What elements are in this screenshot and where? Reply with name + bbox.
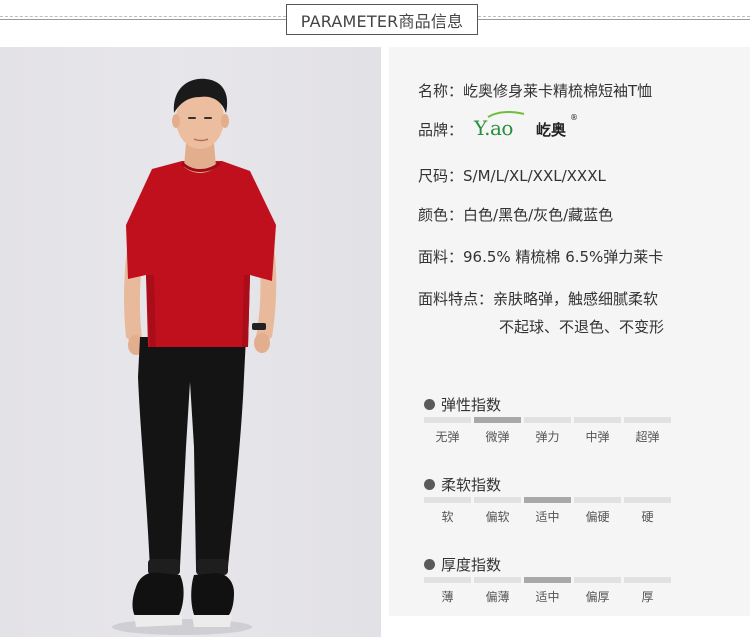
thickness-bar-1 <box>424 577 471 583</box>
bullet-dot-icon <box>424 479 435 490</box>
model-illustration <box>112 78 277 635</box>
softness-scale: 软 偏软 适中 偏硬 硬 <box>424 497 672 525</box>
elasticity-level-4: 中弹 <box>585 430 610 444</box>
brand-registered-mark: ® <box>570 113 578 122</box>
header-dash-right <box>478 16 750 22</box>
spec-brand-label: 品牌： <box>418 121 464 139</box>
softness-bar-1 <box>424 497 471 503</box>
spec-features-cont: 不起球、不退色、不变形 <box>499 316 664 337</box>
spec-features: 面料特点：亲肤略弹，触感细腻柔软 <box>418 288 658 309</box>
spec-features-line1: 亲肤略弹，触感细腻柔软 <box>493 290 659 308</box>
spec-color: 颜色：白色/黑色/灰色/藏蓝色 <box>418 204 613 225</box>
section-title-box: PARAMETER商品信息 <box>286 4 478 35</box>
spec-size-value: S/M/L/XL/XXL/XXXL <box>463 167 606 185</box>
thickness-scale: 薄 偏薄 适中 偏厚 厚 <box>424 577 672 605</box>
spec-name-label: 名称： <box>418 82 464 100</box>
softness-level-2: 偏软 <box>485 510 510 524</box>
elasticity-index-title: 弹性指数 <box>424 394 501 415</box>
softness-level-4: 偏硬 <box>585 510 610 524</box>
product-photo <box>0 47 381 637</box>
elasticity-level-1: 无弹 <box>435 430 460 444</box>
elasticity-level-3: 弹力 <box>535 430 560 444</box>
spec-fabric-label: 面料： <box>418 248 464 266</box>
elasticity-bar-1 <box>424 417 471 423</box>
softness-index-label: 柔软指数 <box>441 476 502 494</box>
thickness-level-5: 厚 <box>641 590 654 604</box>
elasticity-index-label: 弹性指数 <box>441 396 502 414</box>
softness-bar-5 <box>624 497 671 503</box>
spec-brand: 品牌： <box>418 119 463 140</box>
spec-features-label: 面料特点： <box>418 290 494 308</box>
bullet-dot-icon <box>424 399 435 410</box>
softness-level-1: 软 <box>441 510 454 524</box>
thickness-bar-4 <box>574 577 621 583</box>
elasticity-bar-5 <box>624 417 671 423</box>
elasticity-scale: 无弹 微弹 弹力 中弹 超弹 <box>424 417 672 445</box>
elasticity-bar-4 <box>574 417 621 423</box>
thickness-bar-5 <box>624 577 671 583</box>
spec-color-value: 白色/黑色/灰色/藏蓝色 <box>463 206 614 224</box>
section-title: PARAMETER商品信息 <box>300 11 464 31</box>
spec-name: 名称：屹奥修身莱卡精梳棉短袖T恤 <box>418 80 652 101</box>
spec-size: 尺码：S/M/L/XL/XXL/XXXL <box>418 165 606 186</box>
spec-fabric: 面料：96.5% 精梳棉 6.5%弹力莱卡 <box>418 246 663 267</box>
header-dash-left <box>0 16 286 22</box>
brand-logo-chinese: 屹奥 <box>536 121 567 139</box>
spec-name-value: 屹奥修身莱卡精梳棉短袖T恤 <box>463 82 653 100</box>
spec-features-line2: 不起球、不退色、不变形 <box>499 318 665 336</box>
softness-index-title: 柔软指数 <box>424 474 501 495</box>
spec-color-label: 颜色： <box>418 206 464 224</box>
thickness-bar-3 <box>524 577 571 583</box>
softness-bar-2 <box>474 497 521 503</box>
thickness-bar-2 <box>474 577 521 583</box>
elasticity-bar-2 <box>474 417 521 423</box>
bullet-dot-icon <box>424 559 435 570</box>
thickness-index-title: 厚度指数 <box>424 554 501 575</box>
softness-bar-3 <box>524 497 571 503</box>
elasticity-bar-3 <box>524 417 571 423</box>
spec-fabric-value: 96.5% 精梳棉 6.5%弹力莱卡 <box>463 248 664 266</box>
elasticity-level-5: 超弹 <box>635 430 660 444</box>
softness-level-5: 硬 <box>641 510 654 524</box>
thickness-level-4: 偏厚 <box>585 590 610 604</box>
elasticity-level-2: 微弹 <box>485 430 510 444</box>
softness-level-3: 适中 <box>535 510 560 524</box>
thickness-level-2: 偏薄 <box>485 590 510 604</box>
thickness-index-label: 厚度指数 <box>441 556 502 574</box>
thickness-level-3: 适中 <box>535 590 560 604</box>
brand-logo: Y.ao 屹奥 ® <box>474 111 584 140</box>
brand-logo-latin: Y.ao <box>474 116 513 140</box>
softness-bar-4 <box>574 497 621 503</box>
spec-size-label: 尺码： <box>418 167 464 185</box>
thickness-level-1: 薄 <box>441 590 454 604</box>
